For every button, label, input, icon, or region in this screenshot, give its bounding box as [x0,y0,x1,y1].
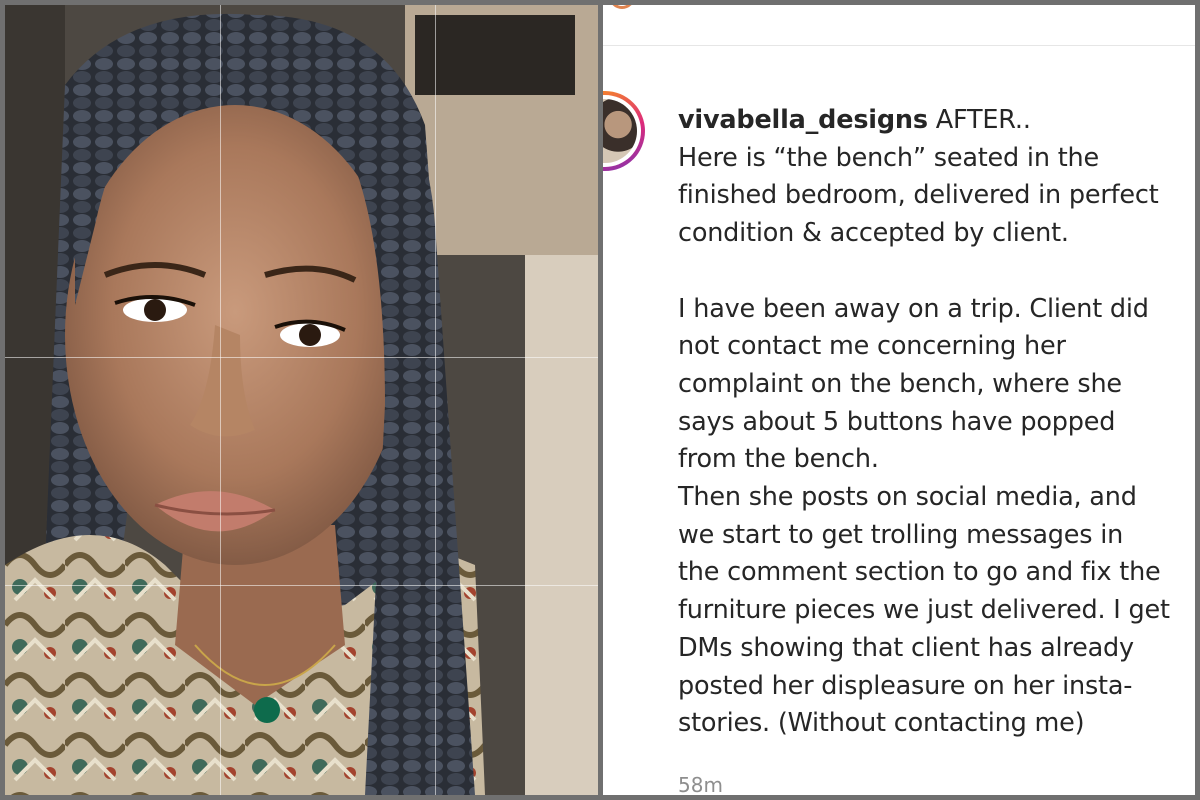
caption-line: I have been away on a trip. Client did [678,293,1149,324]
caption-line: not contact me concerning her [678,331,1066,362]
caption-line: furniture pieces we just delivered. I ge… [678,595,1170,626]
selfie-photo [5,5,598,795]
grid-line [5,357,598,358]
grid-line [435,5,436,795]
caption-line: posted her displeasure on her insta- [678,670,1133,701]
story-ring-fragment [609,5,635,9]
collage-frame: vivabella_designs AFTER.. Here is “the b… [0,0,1200,800]
post-caption: vivabella_designs AFTER.. Here is “the b… [678,102,1193,743]
caption-line: we start to get trolling messages in [678,519,1124,550]
divider [603,45,1195,46]
caption-line: DMs showing that client has already [678,632,1134,663]
caption-line: from the bench. [678,444,879,475]
caption-line: Then she posts on social media, and [678,482,1137,513]
caption-line: condition & accepted by client. [678,218,1069,249]
portrait-illustration [5,5,598,795]
caption-line: stories. (Without contacting me) [678,708,1085,739]
grid-line [5,585,598,586]
instagram-post-panel: vivabella_designs AFTER.. Here is “the b… [603,5,1195,795]
caption-line: says about 5 buttons have popped [678,406,1116,437]
caption-line: Here is “the bench” seated in the [678,142,1099,173]
username-link[interactable]: vivabella_designs [678,105,928,135]
caption-line: the comment section to go and fix the [678,557,1161,588]
caption-first: AFTER.. [935,105,1031,135]
grid-line [220,5,221,795]
caption-line: finished bedroom, delivered in perfect [678,180,1159,211]
post-timestamp[interactable]: 58m [678,773,723,795]
caption-line: complaint on the bench, where she [678,368,1122,399]
